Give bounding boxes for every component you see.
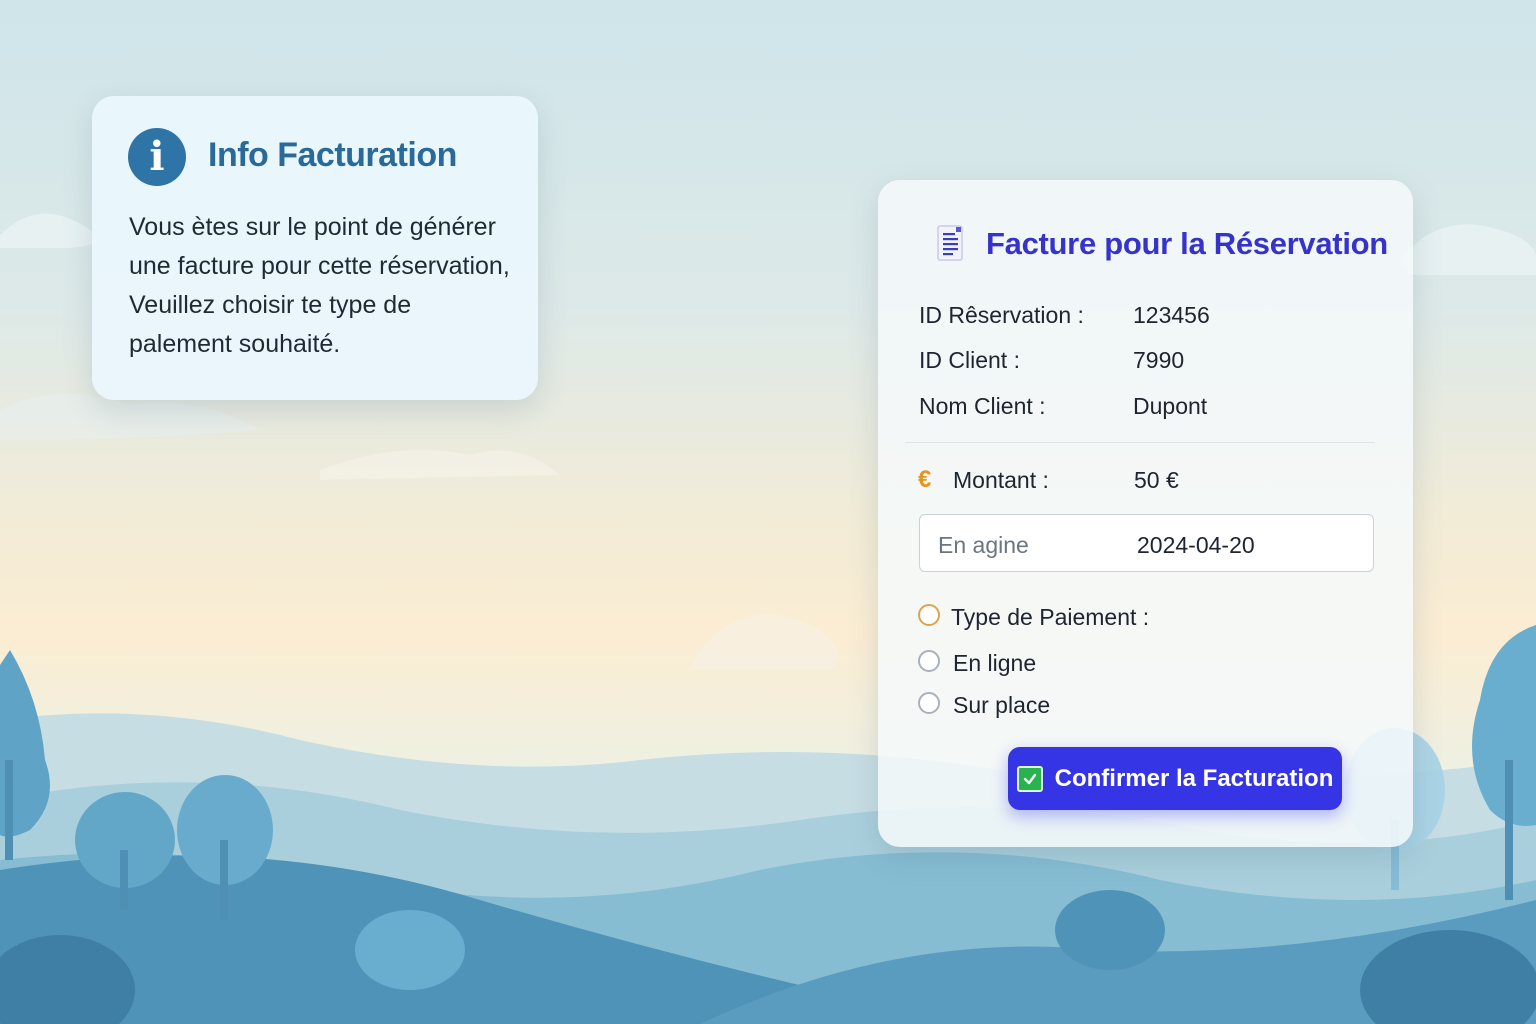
date-input-placeholder: En agine xyxy=(938,532,1029,558)
date-input-value: 2024-04-20 xyxy=(1137,532,1255,558)
info-icon: i xyxy=(128,128,186,186)
check-icon xyxy=(1016,765,1043,792)
info-title: Info Facturation xyxy=(208,136,457,174)
payment-type-radio[interactable] xyxy=(918,604,940,626)
invoice-title: Facture pour la Réservation xyxy=(986,226,1388,261)
radio-en-ligne-label[interactable]: En ligne xyxy=(953,650,1036,677)
section-divider xyxy=(905,442,1375,443)
confirm-invoice-button[interactable]: Confirmer la Facturation xyxy=(1008,747,1342,810)
reservation-id-label: ID Rêservation : xyxy=(919,302,1084,328)
amount-value: 50 € xyxy=(1134,467,1179,493)
radio-en-ligne[interactable] xyxy=(918,650,940,672)
payment-type-label: Type de Paiement : xyxy=(951,604,1150,630)
reservation-id-value: 123456 xyxy=(1133,302,1210,328)
confirm-button-label: Confirmer la Facturation xyxy=(1054,764,1334,792)
client-id-label: ID Client : xyxy=(919,347,1020,373)
client-name-value: Dupont xyxy=(1133,393,1208,419)
amount-label: Montant : xyxy=(953,467,1049,493)
document-icon xyxy=(937,225,963,261)
info-text: Vous ètes sur le point de générer une fa… xyxy=(129,213,510,358)
radio-sur-place-label[interactable]: Sur place xyxy=(953,692,1050,719)
client-id-value: 7990 xyxy=(1133,347,1185,373)
date-input[interactable]: En agine 2024-04-20 xyxy=(919,514,1374,572)
client-name-label: Nom Client : xyxy=(919,393,1046,419)
radio-sur-place[interactable] xyxy=(918,692,940,714)
euro-icon: € xyxy=(918,466,932,493)
